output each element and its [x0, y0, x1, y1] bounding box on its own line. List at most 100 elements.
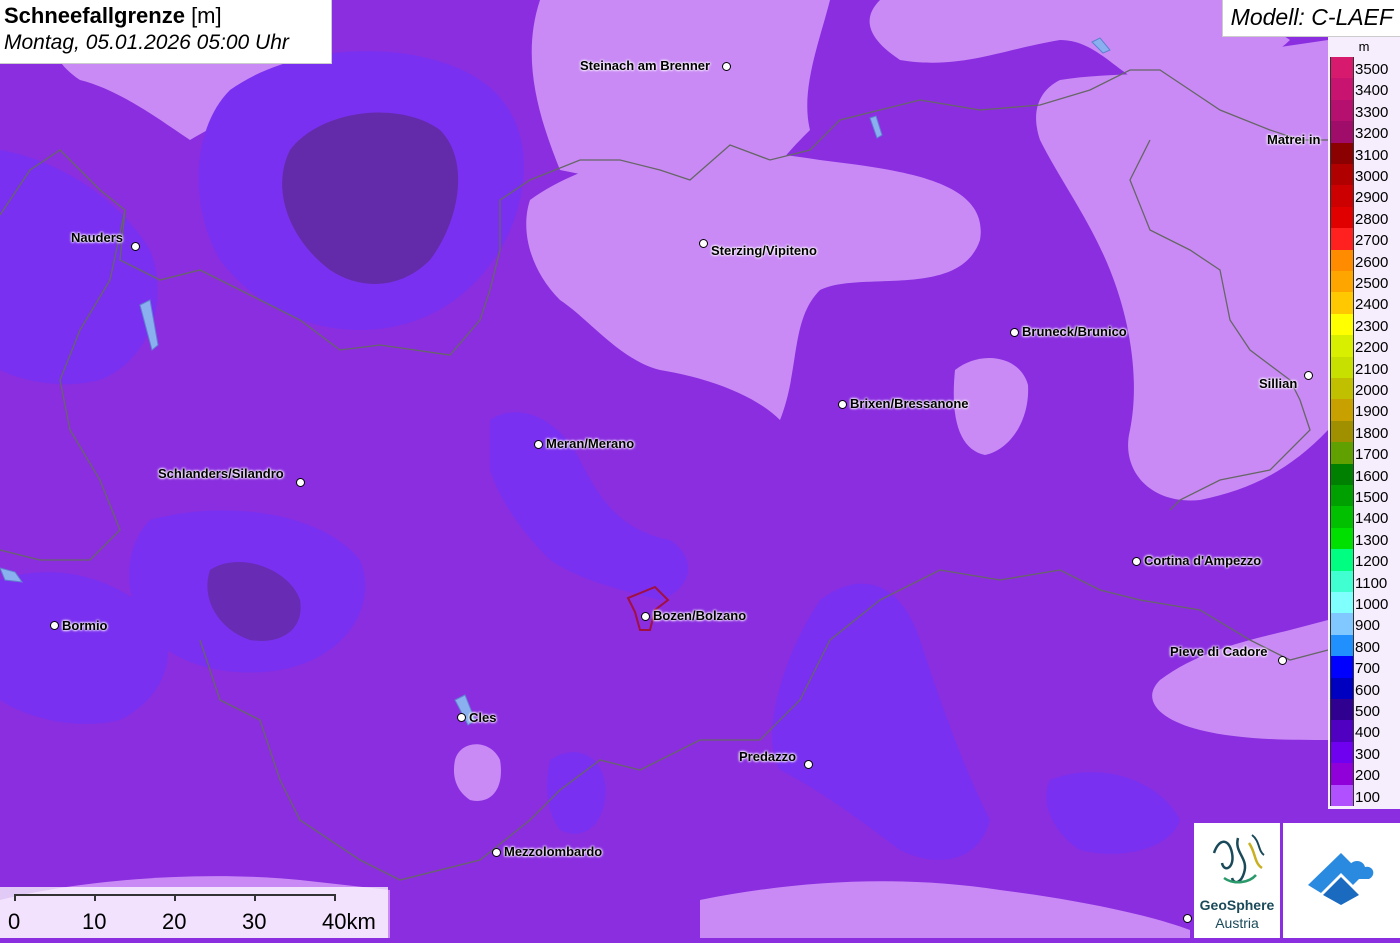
legend-row: 700 — [1328, 656, 1400, 678]
legend-swatch — [1330, 442, 1354, 464]
legend-label: 3300 — [1355, 103, 1389, 121]
city-label: Cortina d'Ampezzo — [1144, 553, 1262, 568]
map-title-box: Schneefallgrenze [m] Montag, 05.01.2026 … — [0, 0, 332, 64]
city-dot — [296, 478, 305, 487]
legend-swatch — [1330, 677, 1354, 699]
legend-row: 1400 — [1328, 506, 1400, 528]
legend-label: 300 — [1355, 745, 1381, 763]
legend-row: 200 — [1328, 763, 1400, 785]
legend-label: 1600 — [1355, 467, 1389, 485]
legend-row: 100 — [1328, 784, 1400, 806]
city-dot — [457, 713, 466, 722]
legend-label: 3500 — [1355, 61, 1389, 78]
legend-label: 2700 — [1355, 232, 1389, 250]
legend-row: 300 — [1328, 741, 1400, 764]
city-dot — [1132, 557, 1141, 566]
scale-label: 30 — [242, 909, 267, 934]
legend-swatch — [1330, 485, 1354, 507]
city-label: Nauders — [71, 230, 124, 245]
legend-label: 1800 — [1355, 424, 1389, 442]
legend-swatch — [1330, 527, 1354, 550]
legend-label: 1700 — [1355, 446, 1389, 464]
legend-swatch — [1330, 206, 1354, 229]
scale-tick — [94, 894, 96, 901]
legend-swatch — [1330, 784, 1354, 806]
legend-swatch — [1330, 656, 1354, 678]
geosphere-logo[interactable]: GeoSphere Austria — [1194, 823, 1280, 938]
legend-swatch — [1330, 592, 1354, 614]
legend-swatch — [1330, 399, 1354, 421]
legend-label: 1200 — [1355, 553, 1389, 571]
legend-label: 2000 — [1355, 382, 1389, 399]
legend-label: 2200 — [1355, 339, 1389, 357]
legend-row: 2400 — [1328, 292, 1400, 314]
legend-row: 2100 — [1328, 356, 1400, 378]
city-label: Brixen/Bressanone — [850, 396, 969, 411]
legend-label: 900 — [1355, 617, 1381, 635]
city-dot — [534, 440, 543, 449]
legend-label: 100 — [1355, 788, 1381, 806]
scale-tick — [14, 894, 16, 901]
legend-swatch — [1330, 570, 1354, 592]
city-dot — [641, 612, 650, 621]
legend-row: 1100 — [1328, 570, 1400, 592]
legend-swatch — [1330, 142, 1354, 164]
city-label: Pieve di Cadore — [1170, 644, 1268, 659]
legend-row: 1500 — [1328, 485, 1400, 507]
legend-row: 3400 — [1328, 78, 1400, 100]
legend-row: 2700 — [1328, 228, 1400, 250]
model-label: Modell: C-LAEF — [1230, 4, 1393, 30]
legend-swatch — [1330, 99, 1354, 122]
legend-swatch — [1330, 78, 1354, 100]
legend-swatch — [1330, 121, 1354, 143]
scale-label: 10 — [82, 909, 107, 934]
legend-label: 1300 — [1355, 531, 1389, 549]
legend-row: 400 — [1328, 720, 1400, 742]
legend-row: 2800 — [1328, 206, 1400, 229]
partner-logo[interactable] — [1283, 823, 1400, 938]
legend-swatch — [1330, 271, 1354, 293]
city-label: Schlanders/Silandro — [158, 466, 284, 481]
blue-region-valsugana — [547, 752, 606, 834]
legend-label: 2100 — [1355, 360, 1389, 378]
city-label: Meran/Merano — [546, 436, 635, 451]
legend-label: 1900 — [1355, 403, 1389, 421]
legend-row: 600 — [1328, 677, 1400, 699]
city-dot — [50, 621, 59, 630]
legend-swatch — [1330, 378, 1354, 400]
legend-swatch — [1330, 420, 1354, 443]
city-label: Predazzo — [739, 749, 797, 764]
scale-label: 40km — [322, 909, 376, 934]
city-dot — [1278, 656, 1287, 665]
legend-row: 2600 — [1328, 249, 1400, 271]
legend-label: 3200 — [1355, 125, 1389, 143]
legend-swatch — [1330, 463, 1354, 485]
city-dot — [1304, 371, 1313, 380]
legend-row: 1300 — [1328, 527, 1400, 550]
legend-label: 2500 — [1355, 275, 1389, 292]
city-label: Steinach am Brenner — [580, 58, 711, 73]
legend-row: 3000 — [1328, 164, 1400, 186]
city-dot — [1010, 328, 1019, 337]
legend-row: 3300 — [1328, 99, 1400, 122]
legend-row: 2900 — [1328, 185, 1400, 207]
city-label: Cles — [469, 710, 497, 725]
legend-label: 2800 — [1355, 210, 1389, 228]
map-title-name: Schneefallgrenze — [4, 3, 185, 28]
geosphere-emblem-icon — [1212, 834, 1265, 884]
legend-swatch — [1330, 335, 1354, 357]
legend-label: 3100 — [1355, 146, 1389, 164]
map-title-unit: [m] — [184, 3, 222, 28]
legend-row: 2200 — [1328, 335, 1400, 357]
legend-row: 900 — [1328, 613, 1400, 635]
city-dot — [131, 242, 140, 251]
legend-row: 2300 — [1328, 313, 1400, 336]
legend-row: 3200 — [1328, 121, 1400, 143]
city-dot — [492, 848, 501, 857]
scale-tick — [174, 894, 176, 901]
city-dot — [699, 239, 708, 248]
legend-label: 400 — [1355, 724, 1381, 742]
legend-swatch — [1330, 613, 1354, 635]
legend-label: 800 — [1355, 638, 1381, 656]
geosphere-logo-line2: Austria — [1215, 915, 1259, 931]
